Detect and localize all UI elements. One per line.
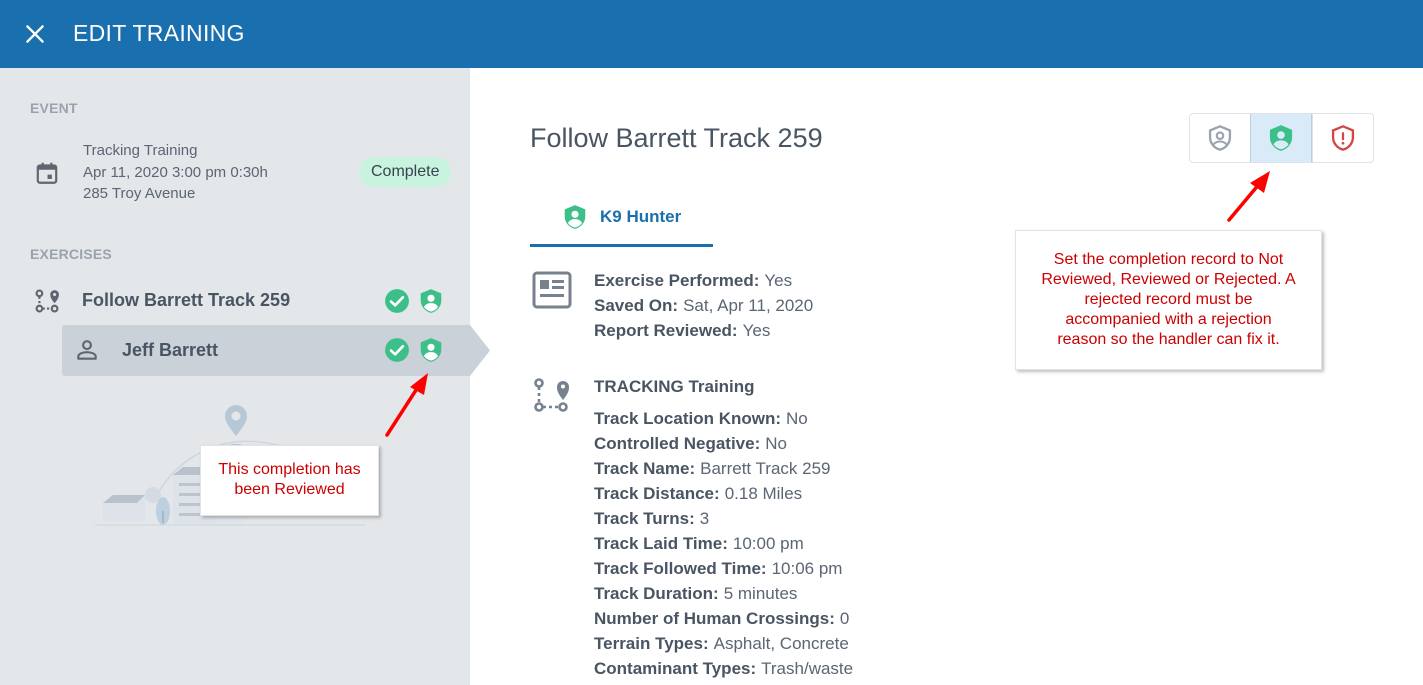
annotation-line: reason so the handler can fix it.: [1057, 331, 1280, 348]
not-reviewed-button[interactable]: [1190, 114, 1250, 162]
tracking-details: TRACKING Training Track Location Known: N…: [594, 374, 853, 681]
exercises-section-label: EXERCISES: [30, 246, 112, 262]
tab-label: K9 Hunter: [600, 207, 682, 226]
field-row: Track Turns: 3: [594, 506, 853, 531]
check-circle-icon: [385, 338, 409, 362]
handler-item[interactable]: Jeff Barrett: [62, 325, 490, 376]
shield-person-outline-icon: [1208, 125, 1232, 151]
rejected-button[interactable]: [1312, 114, 1373, 162]
field-value: No: [765, 434, 787, 453]
details-heading: TRACKING Training: [594, 377, 755, 396]
field-value: Yes: [742, 321, 771, 340]
summary-fields: Exercise Performed: Yes Saved On: Sat, Apr…: [594, 268, 813, 343]
field-value: Barrett Track 259: [700, 459, 831, 478]
annotation-line: Set the completion record to Not: [1053, 251, 1284, 268]
field-row: Track Laid Time: 10:00 pm: [594, 531, 853, 556]
field-value: Sat, Apr 11, 2020: [683, 296, 814, 315]
field-value: 0.18 Miles: [724, 484, 803, 503]
person-icon: [77, 340, 97, 360]
review-buttons-annotation: Set the completion record to Not Reviewe…: [1015, 230, 1322, 370]
route-icon: [35, 289, 59, 313]
annotation-line: accompanied with a rejection: [1065, 311, 1272, 328]
sidebar: EVENT Tracking Training Apr 11, 2020 3:0…: [0, 68, 490, 685]
field-row: Exercise Performed: Yes: [594, 268, 813, 293]
check-circle-icon: [385, 289, 409, 313]
field-row: Report Reviewed: Yes: [594, 318, 813, 343]
field-label: Track Distance:: [594, 484, 720, 503]
field-value: 3: [699, 509, 710, 528]
field-value: No: [786, 409, 808, 428]
event-details[interactable]: Tracking Training Apr 11, 2020 3:00 pm 0…: [83, 140, 268, 205]
shield-alert-icon: [1331, 125, 1355, 151]
page-title: EDIT TRAINING: [73, 20, 245, 46]
field-value: Yes: [764, 271, 793, 290]
field-value: 5 minutes: [723, 584, 798, 603]
field-row: Contaminant Types: Trash/waste: [594, 656, 853, 681]
report-icon: [532, 271, 572, 309]
exercise-title: Follow Barrett Track 259: [530, 123, 823, 153]
field-row: Saved On: Sat, Apr 11, 2020: [594, 293, 813, 318]
event-name: Tracking Training: [83, 142, 198, 159]
field-row: Terrain Types: Asphalt, Concrete: [594, 631, 853, 656]
exercise-name: Follow Barrett Track 259: [82, 290, 291, 310]
app-header: EDIT TRAINING: [0, 0, 1423, 68]
field-row: Track Location Known: No: [594, 406, 853, 431]
handler-name: Jeff Barrett: [122, 340, 219, 360]
shield-person-icon: [420, 338, 442, 362]
field-row: Track Duration: 5 minutes: [594, 581, 853, 606]
field-value: Asphalt, Concrete: [713, 634, 849, 653]
shield-person-icon: [1269, 125, 1293, 151]
field-label: Contaminant Types:: [594, 659, 757, 678]
field-row: Number of Human Crossings: 0: [594, 606, 853, 631]
field-label: Terrain Types:: [594, 634, 709, 653]
annotation-line: been Reviewed: [234, 481, 345, 498]
annotation-arrow: [1227, 171, 1270, 222]
shield-person-icon: [564, 205, 586, 229]
reviewed-annotation: This completion has been Reviewed: [200, 445, 379, 516]
event-section-label: EVENT: [30, 100, 78, 116]
review-status-toggle: [1189, 113, 1374, 163]
field-label: Controlled Negative:: [594, 434, 761, 453]
field-label: Track Turns:: [594, 509, 695, 528]
field-value: 10:00 pm: [732, 534, 804, 553]
field-row: Track Followed Time: 10:06 pm: [594, 556, 853, 581]
field-label: Report Reviewed:: [594, 321, 738, 340]
annotation-line: This completion has: [218, 461, 361, 478]
field-row: Track Distance: 0.18 Miles: [594, 481, 853, 506]
event-location: 285 Troy Avenue: [83, 185, 196, 202]
annotation-line: rejected record must be: [1084, 291, 1253, 308]
route-icon: [534, 378, 569, 412]
status-badge: Complete: [359, 157, 452, 187]
field-label: Track Duration:: [594, 584, 719, 603]
field-label: Track Location Known:: [594, 409, 782, 428]
exercise-item[interactable]: Follow Barrett Track 259: [30, 283, 450, 319]
field-label: Track Name:: [594, 459, 696, 478]
field-label: Number of Human Crossings:: [594, 609, 835, 628]
tab-k9-hunter[interactable]: K9 Hunter: [530, 195, 713, 247]
field-value: Trash/waste: [761, 659, 854, 678]
field-row: Controlled Negative: No: [594, 431, 853, 456]
field-label: Exercise Performed:: [594, 271, 760, 290]
field-label: Track Followed Time:: [594, 559, 767, 578]
field-value: 10:06 pm: [771, 559, 843, 578]
calendar-icon: [36, 162, 58, 184]
field-row: Track Name: Barrett Track 259: [594, 456, 853, 481]
event-datetime: Apr 11, 2020 3:00 pm 0:30h: [83, 163, 268, 181]
annotation-line: Reviewed, Reviewed or Rejected. A: [1041, 271, 1296, 288]
close-icon[interactable]: [22, 21, 48, 47]
field-value: 0: [839, 609, 850, 628]
field-label: Saved On:: [594, 296, 679, 315]
field-label: Track Laid Time:: [594, 534, 728, 553]
reviewed-button[interactable]: [1250, 114, 1312, 162]
shield-person-icon: [420, 289, 442, 313]
